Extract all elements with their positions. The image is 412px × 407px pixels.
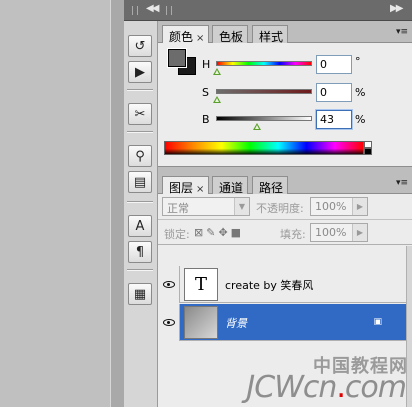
- history-icon[interactable]: ↺: [128, 35, 152, 57]
- opacity-label: 不透明度:: [256, 202, 304, 215]
- saturation-unit: %: [355, 86, 366, 99]
- layer-row-background[interactable]: 背景 ▣: [158, 304, 412, 341]
- tab-color-label: 颜色: [169, 30, 194, 44]
- lock-position-icon[interactable]: ✥: [218, 226, 230, 239]
- actions-icon[interactable]: ▶: [128, 61, 152, 83]
- color-panel-body: H 0 ° S 0 % B 43 %: [158, 43, 412, 166]
- blend-mode-value: 正常: [167, 202, 189, 215]
- visibility-toggle[interactable]: [158, 266, 180, 303]
- hue-input[interactable]: 0: [316, 55, 352, 74]
- brightness-slider[interactable]: [216, 116, 312, 130]
- dock-title-bar[interactable]: ◀◀ ▶▶: [124, 0, 412, 21]
- tab-swatches[interactable]: 色板: [212, 25, 249, 44]
- expand-arrows-icon[interactable]: ▶▶: [390, 3, 403, 14]
- layer-row-text[interactable]: T create by 笑春风: [158, 266, 412, 303]
- layers-scrollbar[interactable]: [406, 246, 412, 407]
- hue-label: H: [202, 58, 211, 71]
- hue-unit: °: [355, 55, 361, 68]
- lock-row: 锁定: ⊠✎✥■ 填充: 100% ▶: [158, 221, 412, 245]
- brightness-label: B: [202, 113, 210, 126]
- saturation-slider-thumb[interactable]: [213, 96, 221, 103]
- collapse-arrows-icon[interactable]: ◀◀: [146, 3, 159, 14]
- brightness-slider-thumb[interactable]: [253, 123, 262, 130]
- panel-menu-icon[interactable]: ▾≡: [396, 27, 408, 37]
- dock-collapse-stripe[interactable]: [110, 0, 124, 407]
- tab-styles-label: 样式: [259, 30, 284, 44]
- paragraph-icon[interactable]: ¶: [128, 241, 152, 263]
- tab-styles[interactable]: 样式: [252, 25, 289, 44]
- watermark-tld: com: [344, 370, 407, 405]
- lock-options[interactable]: ⊠✎✥■: [194, 226, 244, 239]
- white-swatch[interactable]: [364, 141, 372, 148]
- visibility-toggle[interactable]: [158, 304, 180, 341]
- chevron-right-icon[interactable]: ▶: [352, 224, 367, 241]
- lock-label: 锁定:: [164, 228, 190, 241]
- blend-row: 正常 ▼ 不透明度: 100% ▶: [158, 194, 412, 220]
- blend-mode-select[interactable]: 正常 ▼: [162, 197, 250, 216]
- hue-slider-thumb[interactable]: [213, 68, 221, 75]
- eye-icon[interactable]: [162, 319, 175, 326]
- strip-separator: [127, 89, 153, 91]
- tab-paths[interactable]: 路径: [252, 176, 289, 195]
- brightness-input[interactable]: 43: [316, 110, 352, 129]
- watermark-brand: JCWcn: [246, 370, 337, 405]
- tab-swatches-label: 色板: [219, 30, 244, 44]
- tab-channels[interactable]: 通道: [212, 176, 249, 195]
- fill-field[interactable]: 100% ▶: [310, 223, 368, 242]
- brushes-icon[interactable]: ⚲: [128, 145, 152, 167]
- saturation-slider[interactable]: [213, 89, 312, 103]
- chevron-down-icon[interactable]: ▼: [234, 198, 249, 215]
- strip-separator: [127, 269, 153, 271]
- tab-layers-label: 图层: [169, 181, 194, 195]
- tool-presets-icon[interactable]: ✂: [128, 103, 152, 125]
- dock-grip-icon-2[interactable]: [166, 6, 172, 15]
- lock-icon: ▣: [373, 317, 382, 327]
- saturation-input[interactable]: 0: [316, 83, 352, 102]
- opacity-field[interactable]: 100% ▶: [310, 197, 368, 216]
- character-icon[interactable]: A: [128, 215, 152, 237]
- eye-icon[interactable]: [162, 281, 175, 288]
- dock-grip-icon[interactable]: [132, 6, 138, 15]
- canvas-workspace: [0, 0, 110, 407]
- layer-name[interactable]: 背景: [225, 315, 247, 331]
- foreground-color-swatch[interactable]: [167, 48, 187, 68]
- layer-comps-icon[interactable]: ▦: [128, 283, 152, 305]
- tab-color[interactable]: 颜色 ×: [162, 25, 210, 44]
- layers-panel-tabs: 图层 × 通道 路径 ▾≡: [158, 172, 412, 195]
- layer-name[interactable]: create by 笑春风: [225, 277, 313, 293]
- panel-icon-strip: ↺ ▶ ✂ ⚲ ▤ A ¶ ▦: [124, 21, 158, 407]
- tab-layers[interactable]: 图层 ×: [162, 176, 210, 195]
- strip-separator: [127, 131, 153, 133]
- chevron-right-icon[interactable]: ▶: [352, 198, 367, 215]
- watermark-line-2: JCWcn.com: [246, 370, 407, 405]
- black-swatch[interactable]: [364, 148, 372, 155]
- panel-menu-icon[interactable]: ▾≡: [396, 178, 408, 188]
- strip-separator: [127, 201, 153, 203]
- hue-slider[interactable]: [213, 61, 312, 75]
- color-panel-tabs: 颜色 × 色板 样式 ▾≡: [158, 21, 412, 44]
- color-spectrum-bar[interactable]: [164, 141, 364, 155]
- tab-channels-label: 通道: [219, 181, 244, 195]
- lock-pixels-icon[interactable]: ✎: [206, 226, 218, 239]
- brightness-unit: %: [355, 113, 366, 126]
- layer-thumbnail-text: T: [184, 268, 218, 301]
- fill-label: 填充:: [280, 228, 306, 241]
- layer-thumbnail-background: [184, 306, 218, 339]
- lock-transparency-icon[interactable]: ⊠: [194, 226, 206, 239]
- lock-all-icon[interactable]: ■: [231, 226, 244, 239]
- watermark-dot: .: [336, 370, 345, 405]
- opacity-value: 100%: [315, 200, 347, 213]
- clone-source-icon[interactable]: ▤: [128, 171, 152, 193]
- tab-paths-label: 路径: [259, 181, 284, 195]
- saturation-label: S: [202, 86, 209, 99]
- color-panel: 颜色 × 色板 样式 ▾≡ H 0 ° S 0 % B 43 %: [158, 21, 412, 166]
- fill-value: 100%: [315, 226, 347, 239]
